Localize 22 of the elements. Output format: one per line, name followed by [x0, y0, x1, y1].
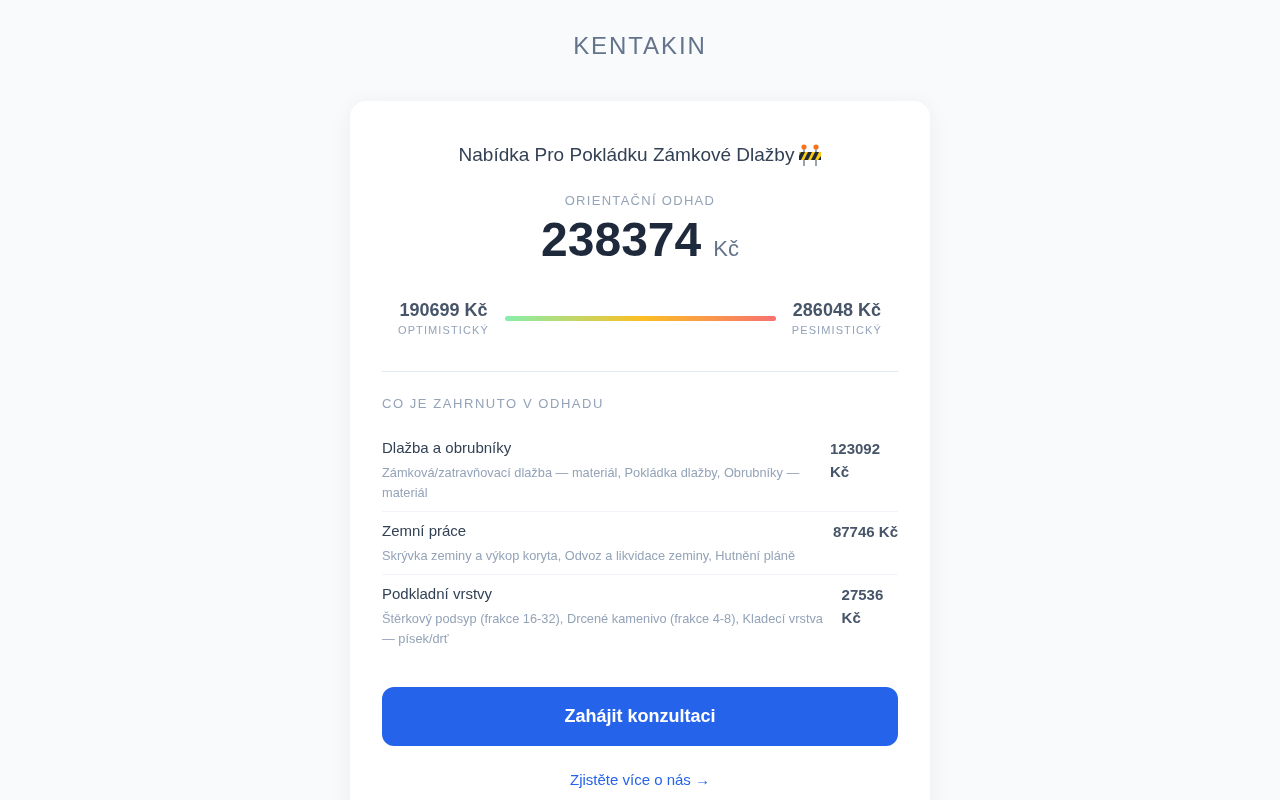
estimate-amount: 238374 — [541, 214, 702, 266]
item-price: 27536 Kč — [841, 585, 885, 628]
item-description: Skrývka zeminy a výkop koryta, Odvoz a likvidace zeminy, Hutnění pláně — [382, 547, 795, 565]
section-heading: CO JE ZAHRNUTO V ODHADU — [382, 395, 605, 413]
consultation-button[interactable]: Zahájit konzultaci — [382, 687, 898, 746]
item-description: Štěrkový podsyp (frakce 16-32), Drcené kamenivo (frakce 4-8), Kladecí vrstva — písek/drť — [382, 610, 824, 648]
pessimistic-amount: 286048 Kč — [792, 299, 881, 322]
item-price: 87746 Kč — [832, 522, 898, 542]
estimate-currency: Kč — [713, 235, 739, 263]
item-name: Zemní práce — [382, 521, 468, 541]
optimistic-amount: 190699 Kč — [399, 299, 488, 322]
optimistic-label: OPTIMISTICKÝ — [398, 323, 489, 338]
item-name: Dlažba a obrubníky — [382, 438, 513, 458]
estimate-label: ORIENTAČNÍ ODHAD — [563, 192, 717, 210]
brand-name: KENTAKIN — [573, 31, 707, 61]
quote-title: Nabídka Pro Pokládku Zámkové Dlažby — [458, 143, 795, 167]
item-name: Podkladní vrstvy — [382, 584, 494, 604]
construction-barrier-icon — [799, 144, 822, 166]
about-us-link[interactable]: Zjistěte více o nás → — [569, 769, 711, 791]
item-price: 123092 Kč — [830, 439, 882, 482]
item-description: Zámková/zatravňovací dlažba — materiál, Pokládka dlažby, Obrubníky — materiál — [382, 464, 801, 502]
pessimistic-label: PESIMISTICKÝ — [791, 323, 882, 338]
